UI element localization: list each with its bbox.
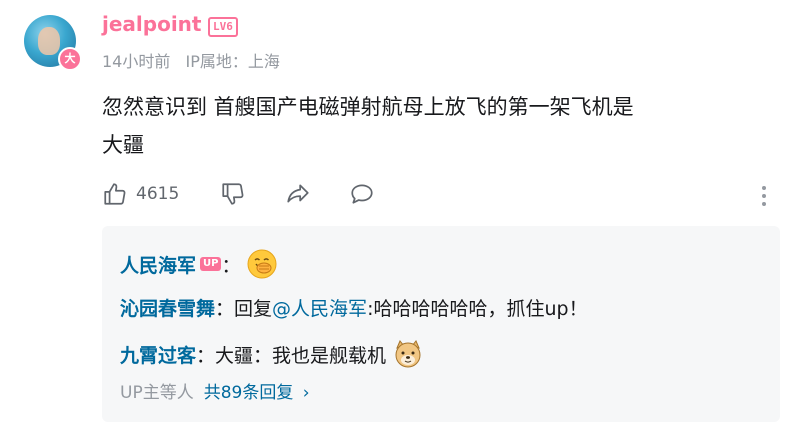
- ip-location: IP属地：上海: [185, 52, 280, 71]
- reply-username[interactable]: 人民海军: [120, 251, 196, 278]
- reply-button[interactable]: [348, 180, 376, 208]
- thumb-up-icon: [104, 183, 126, 205]
- reply-prefix: 回复: [234, 298, 273, 320]
- reply-text: 大疆：我也是舰载机: [215, 344, 387, 367]
- thumb-down-icon: [222, 183, 244, 205]
- reply-text: :哈哈哈哈哈哈，抓住up！: [367, 298, 588, 320]
- share-button[interactable]: [284, 180, 312, 208]
- share-icon: [287, 184, 309, 203]
- reply-item[interactable]: 九霄过客 ： 大疆：我也是舰载机: [120, 338, 424, 370]
- replies-footer-prefix: UP主等人: [120, 383, 194, 403]
- comment-actions: 4615: [102, 180, 782, 208]
- more-vertical-icon: [762, 186, 766, 206]
- like-count: 4615: [136, 184, 180, 204]
- avatar-badge: 大: [58, 47, 82, 71]
- reply-username[interactable]: 沁园春雪舞: [120, 294, 215, 321]
- comment-text: 忽然意识到 首艘国产电磁弹射航母上放飞的第一架飞机是 大疆: [102, 88, 772, 164]
- comment-meta: 14小时前 IP属地：上海: [102, 48, 290, 72]
- reply-separator: ：: [215, 298, 235, 320]
- reply-username[interactable]: 九霄过客: [120, 341, 196, 368]
- comment-text-line: 大疆: [102, 133, 144, 157]
- username[interactable]: jealpoint: [102, 12, 201, 36]
- chevron-right-icon: ›: [302, 383, 310, 403]
- level-badge: LV6: [208, 17, 238, 37]
- dislike-button[interactable]: [220, 180, 246, 208]
- reply-separator: ：: [196, 344, 216, 367]
- replies-total-link[interactable]: 共89条回复: [204, 383, 294, 403]
- mention-link[interactable]: @人民海军: [272, 294, 367, 321]
- reply-preview-box[interactable]: 人民海军 UP ： 沁园春雪舞 ： 回复 @人民海军 :哈哈哈哈哈哈，抓住up！…: [102, 226, 780, 422]
- covering-face-emoji: [247, 249, 277, 279]
- like-button[interactable]: 4615: [102, 180, 179, 208]
- doge-emoji: [395, 340, 421, 368]
- reply-icon: [351, 184, 373, 204]
- reply-separator: ：: [221, 254, 241, 277]
- view-all-replies[interactable]: UP主等人 共89条回复 ›: [120, 378, 310, 403]
- reply-item[interactable]: 人民海军 UP ：: [120, 248, 278, 280]
- comment-time: 14小时前: [102, 52, 171, 71]
- up-tag: UP: [200, 257, 222, 271]
- more-button[interactable]: [760, 182, 768, 210]
- comment-text-line: 忽然意识到 首艘国产电磁弹射航母上放飞的第一架飞机是: [102, 95, 634, 119]
- reply-item[interactable]: 沁园春雪舞 ： 回复 @人民海军 :哈哈哈哈哈哈，抓住up！: [120, 294, 588, 321]
